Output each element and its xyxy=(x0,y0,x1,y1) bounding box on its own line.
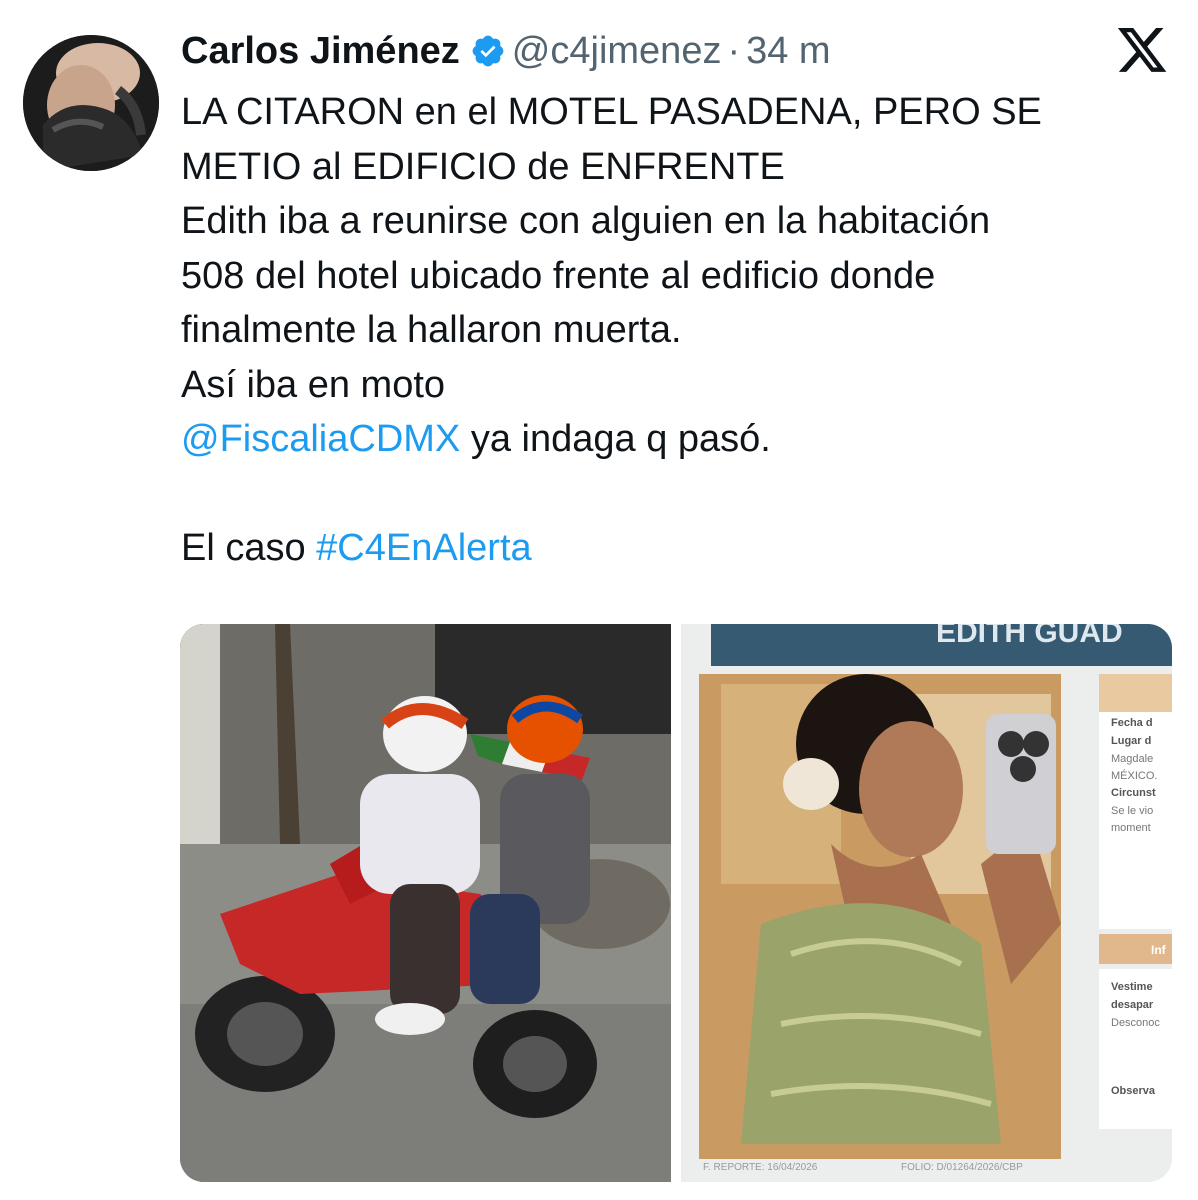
author-avatar[interactable] xyxy=(23,35,159,171)
tweet-timestamp[interactable]: 34 m xyxy=(746,30,830,73)
tweet-line-1: LA CITARON en el MOTEL PASADENA, PERO SE xyxy=(181,91,1042,133)
media-photo-poster[interactable]: EDITH GUAD Fecha d Lugar d Magdale MÉXIC… xyxy=(681,624,1172,1182)
poster-label-8: Inf xyxy=(1151,943,1167,957)
tweet-line-8-prefix: El caso xyxy=(181,527,317,569)
header-separator: · xyxy=(727,29,741,72)
poster-label-10: desapar xyxy=(1111,999,1154,1011)
tweet-line-6: Así iba en moto xyxy=(181,363,446,406)
tweet-line-5: finalmente la hallaron muerta. xyxy=(181,309,682,351)
poster-label-1: Fecha d xyxy=(1111,717,1153,729)
poster-header-text: EDITH GUAD xyxy=(936,624,1123,649)
author-handle[interactable]: @c4jimenez xyxy=(512,30,722,73)
poster-label-4: MÉXICO. xyxy=(1111,769,1157,782)
poster-label-6: Se le vio xyxy=(1111,805,1153,817)
poster-label-9: Vestime xyxy=(1111,981,1153,993)
tweet-text: LA CITARON en el MOTEL PASADENA, PERO SE… xyxy=(181,85,1171,576)
tweet-line-2: METIO al EDIFICIO de ENFRENTE xyxy=(181,145,785,188)
tweet-line-3: Edith iba a reunirse con alguien en la h… xyxy=(181,200,991,242)
tweet-line-4: 508 del hotel ubicado frente al edificio… xyxy=(181,254,936,297)
poster-label-5: Circunst xyxy=(1111,787,1156,799)
x-logo-icon xyxy=(1117,28,1169,74)
poster-label-7: moment xyxy=(1111,822,1151,834)
poster-label-11: Desconoc xyxy=(1111,1017,1160,1029)
poster-footer-folio: FOLIO: D/01264/2026/CBP xyxy=(901,1162,1023,1173)
media-grid: EDITH GUAD Fecha d Lugar d Magdale MÉXIC… xyxy=(180,624,1172,1182)
author-name[interactable]: Carlos Jiménez xyxy=(181,30,460,73)
verified-badge-icon xyxy=(470,33,506,69)
avatar-image xyxy=(23,35,159,171)
mention-link[interactable]: @FiscaliaCDMX xyxy=(181,418,460,460)
poster-label-12: Observa xyxy=(1111,1085,1156,1097)
tweet-line-8: El caso #C4EnAlerta xyxy=(181,521,1171,576)
hashtag-link[interactable]: #C4EnAlerta xyxy=(316,527,531,569)
poster-label-3: Magdale xyxy=(1111,753,1153,765)
poster-footer-report: F. REPORTE: 16/04/2026 xyxy=(703,1162,818,1173)
tweet-line-7: @FiscaliaCDMX ya indaga q pasó. xyxy=(181,412,1171,467)
poster-label-2: Lugar d xyxy=(1111,735,1151,747)
media-photo-motorcycle[interactable] xyxy=(180,624,671,1182)
tweet-header: Carlos Jiménez @c4jimenez · 34 m xyxy=(181,26,831,76)
tweet-line-7-rest: ya indaga q pasó. xyxy=(460,418,771,460)
